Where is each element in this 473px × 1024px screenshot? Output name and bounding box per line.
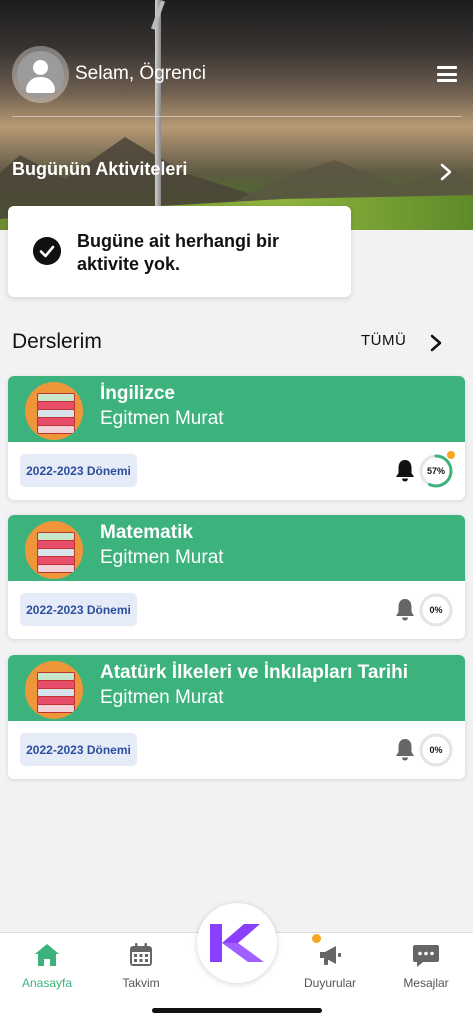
my-courses-title: Derslerim <box>12 330 102 353</box>
home-indicator <box>152 1008 322 1013</box>
greeting-text: Selam, Ögrenci <box>75 63 206 84</box>
see-all-link[interactable]: TÜMÜ <box>361 332 406 349</box>
chevron-right-icon[interactable] <box>440 163 452 181</box>
books-icon <box>25 661 83 719</box>
book-stack-part <box>37 704 75 713</box>
megaphone-icon <box>320 946 341 965</box>
k-logo-icon <box>210 924 264 962</box>
books-icon <box>25 382 83 440</box>
chevron-right-icon[interactable] <box>430 334 442 352</box>
activity-empty-message: Bugüne ait herhangi bir aktivite yok. <box>77 231 280 274</box>
bell-icon[interactable] <box>394 737 416 761</box>
center-logo-button[interactable] <box>197 903 277 983</box>
activity-empty-card: Bugüne ait herhangi bir aktivite yok. <box>8 206 351 297</box>
books-icon <box>25 521 83 579</box>
check-circle-icon <box>33 237 61 265</box>
course-name: Atatürk İlkeleri ve İnkılapları Tarihi <box>100 662 408 683</box>
nav-item-calendar[interactable]: Takvim <box>101 941 181 990</box>
chat-icon <box>413 945 439 967</box>
nav-item-home[interactable]: Anasayfa <box>7 941 87 990</box>
hamburger-menu-icon[interactable] <box>437 66 457 82</box>
course-header-band: İngilizce Egitmen Murat <box>8 376 465 442</box>
term-badge: 2022-2023 Dönemi <box>20 454 137 487</box>
book-stack-part <box>37 425 75 434</box>
user-icon <box>17 51 64 98</box>
course-teacher: Egitmen Murat <box>100 687 224 708</box>
course-card[interactable]: Matematik Egitmen Murat 2022-2023 Dönemi 0% <box>8 515 465 639</box>
nav-label-home: Anasayfa <box>21 976 73 990</box>
bell-icon[interactable] <box>394 458 416 482</box>
term-badge: 2022-2023 Dönemi <box>20 733 137 766</box>
calendar-icon <box>130 943 152 966</box>
home-icon <box>35 944 59 966</box>
header-divider <box>12 116 462 117</box>
progress-label: 0% <box>429 745 443 755</box>
nav-item-messages[interactable]: Mesajlar <box>386 941 466 990</box>
today-activities-title[interactable]: Bugünün Aktiviteleri <box>12 159 187 180</box>
course-header-band: Atatürk İlkeleri ve İnkılapları Tarihi Eg… <box>8 655 465 721</box>
nav-label-announcements: Duyurular <box>303 976 357 990</box>
progress-label: 0% <box>429 605 443 615</box>
notification-dot <box>312 934 321 943</box>
avatar[interactable] <box>12 46 69 103</box>
nav-label-messages: Mesajlar <box>403 976 449 990</box>
course-card[interactable]: İngilizce Egitmen Murat 2022-2023 Dönemi 57… <box>8 376 465 500</box>
course-header-band: Matematik Egitmen Murat <box>8 515 465 581</box>
nav-item-announcements[interactable]: Duyurular <box>290 941 370 990</box>
bell-icon[interactable] <box>394 597 416 621</box>
course-teacher: Egitmen Murat <box>100 547 224 568</box>
course-teacher: Egitmen Murat <box>100 408 224 429</box>
term-badge: 2022-2023 Dönemi <box>20 593 137 626</box>
course-card[interactable]: Atatürk İlkeleri ve İnkılapları Tarihi Eg… <box>8 655 465 779</box>
nav-label-calendar: Takvim <box>122 976 160 990</box>
notification-dot <box>447 451 455 459</box>
course-name: Matematik <box>100 522 193 543</box>
course-name: İngilizce <box>100 383 175 404</box>
book-stack-part <box>37 564 75 573</box>
hero-banner <box>0 0 473 230</box>
